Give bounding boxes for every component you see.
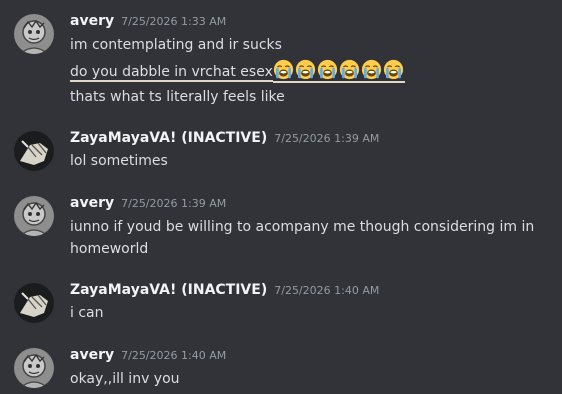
- avatar[interactable]: [14, 348, 54, 388]
- message-text: im contemplating and ir sucks: [70, 37, 282, 53]
- author-name[interactable]: ZayaMayaVA! (INACTIVE): [70, 130, 267, 146]
- avatar[interactable]: [14, 131, 54, 171]
- loudly-crying-emoji[interactable]: [295, 59, 316, 80]
- loudly-crying-emoji[interactable]: [317, 59, 338, 80]
- dark-avatar-icon: [14, 131, 54, 171]
- chat-message-list: avery 7/25/2026 1:33 AM im contemplating…: [0, 0, 562, 394]
- sketch-avatar-icon: [14, 14, 54, 54]
- loudly-crying-emoji[interactable]: [339, 59, 360, 80]
- message-timestamp[interactable]: 7/25/2026 1:39 AM: [121, 197, 226, 210]
- avatar[interactable]: [14, 283, 54, 323]
- message-timestamp[interactable]: 7/25/2026 1:33 AM: [121, 15, 226, 28]
- message-text-with-emoji: do you dabble in vrchat esex: [70, 59, 405, 83]
- author-name[interactable]: avery: [70, 195, 114, 211]
- message-timestamp[interactable]: 7/25/2026 1:40 AM: [121, 349, 226, 362]
- loudly-crying-emoji[interactable]: [273, 59, 294, 80]
- emoji-row: [272, 59, 405, 83]
- sketch-avatar-icon: [14, 196, 54, 236]
- author-name[interactable]: avery: [70, 13, 114, 29]
- author-name[interactable]: avery: [70, 347, 114, 363]
- message-text: do you dabble in vrchat esex: [70, 64, 273, 82]
- loudly-crying-emoji[interactable]: [361, 59, 382, 80]
- message-text: okay,,ill inv you: [70, 371, 180, 387]
- sketch-avatar-icon: [14, 348, 54, 388]
- loudly-crying-emoji[interactable]: [383, 59, 404, 80]
- message-text: lol sometimes: [70, 153, 168, 169]
- message-text: i can: [70, 305, 104, 321]
- dark-avatar-icon: [14, 283, 54, 323]
- message-timestamp[interactable]: 7/25/2026 1:40 AM: [274, 284, 379, 297]
- avatar[interactable]: [14, 196, 54, 236]
- author-name[interactable]: ZayaMayaVA! (INACTIVE): [70, 282, 267, 298]
- message-text: thats what ts literally feels like: [70, 89, 285, 105]
- message-text: iunno if youd be willing to acompany me …: [70, 219, 535, 257]
- avatar[interactable]: [14, 14, 54, 54]
- message-timestamp[interactable]: 7/25/2026 1:39 AM: [274, 132, 379, 145]
